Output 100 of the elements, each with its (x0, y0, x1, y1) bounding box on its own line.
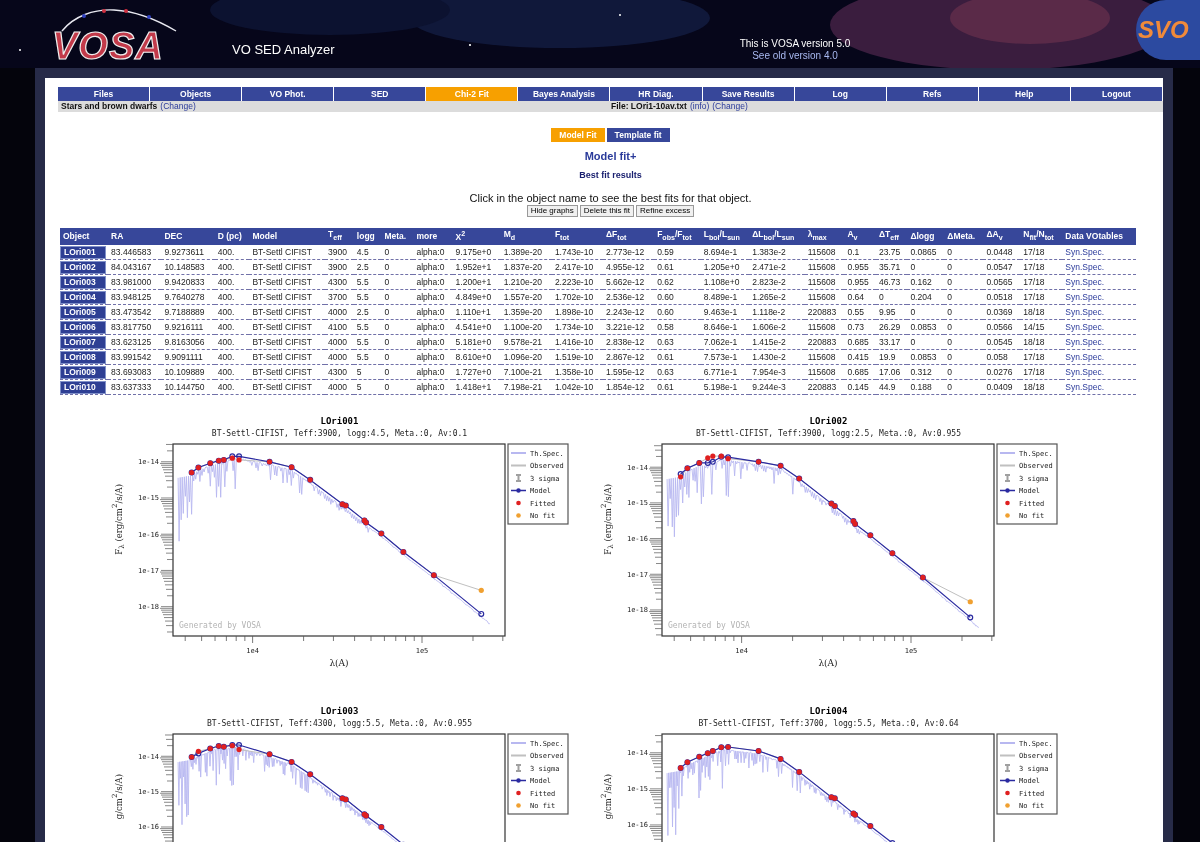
table-cell: 2.823e-2 (749, 274, 805, 290)
nav-tab[interactable]: Logout (1070, 87, 1163, 101)
column-header: ΔA$_{v}$ (983, 228, 1021, 245)
change-link[interactable]: (Change) (160, 101, 196, 112)
plot-title: LOri003 (319, 704, 360, 718)
table-cell: BT-Settl CIFIST (249, 304, 326, 320)
table-cell: 0.685 (844, 364, 876, 380)
column-header: M$_{d}$ (500, 228, 552, 245)
table-cell: 0.0853 (907, 349, 945, 365)
column-header: DEC (161, 228, 215, 245)
nav-tab[interactable]: Help (978, 87, 1071, 101)
data-point (684, 465, 690, 471)
table-cell: 1.519e-10 (551, 349, 603, 365)
table-cell: 1.415e-2 (749, 334, 805, 350)
table-cell: 1.837e-20 (500, 259, 552, 275)
column-header: A$_{v}$ (844, 228, 876, 245)
votable-link[interactable]: Syn.Spec. (1065, 366, 1105, 377)
table-cell: 0.188 (907, 379, 945, 395)
fit-tab[interactable]: Template fit (606, 128, 670, 142)
table-cell: 4300 (325, 364, 354, 380)
nav-tab[interactable]: Objects (150, 87, 243, 101)
table-cell: 0.60 (654, 304, 701, 320)
object-link[interactable]: LOri005 (60, 305, 107, 319)
object-link[interactable]: LOri004 (60, 290, 107, 304)
votable-link[interactable]: Syn.Spec. (1065, 261, 1105, 272)
table-cell: 8.646e-1 (700, 319, 750, 335)
object-link[interactable]: LOri001 (60, 245, 107, 259)
table-cell: 0.0518 (983, 289, 1021, 305)
table-cell: 0 (944, 334, 984, 350)
nav-tab[interactable]: Files (58, 87, 151, 101)
votable-link[interactable]: Syn.Spec. (1065, 246, 1105, 257)
old-version-link[interactable]: See old version 4.0 (752, 50, 838, 62)
object-link[interactable]: LOri002 (60, 260, 107, 274)
votable-link[interactable]: Syn.Spec. (1065, 276, 1105, 287)
votable-link[interactable]: Syn.Spec. (1065, 291, 1105, 302)
object-link[interactable]: LOri003 (60, 275, 107, 289)
object-link[interactable]: LOri006 (60, 320, 107, 334)
info-link[interactable]: (info) (689, 101, 710, 112)
table-cell: 0 (944, 289, 984, 305)
object-link[interactable]: LOri010 (60, 380, 107, 394)
table-cell: 5.5 (353, 289, 382, 305)
table-cell: 1.595e-12 (603, 364, 655, 380)
table-cell: 83.693083 (108, 364, 162, 380)
table-cell: 0.0545 (983, 334, 1021, 350)
data-point (378, 824, 384, 830)
change-link[interactable]: (Change) (712, 101, 748, 112)
table-cell: 18/18 (1020, 379, 1063, 395)
table-cell: 84.043167 (108, 259, 162, 275)
action-button[interactable]: Hide graphs (526, 205, 578, 217)
table-cell: alpha:0 (413, 244, 453, 260)
table-cell: 5.5 (353, 334, 382, 350)
table-cell: 0.61 (654, 349, 701, 365)
nav-tab[interactable]: VO Phot. (242, 87, 335, 101)
table-cell: 0 (907, 259, 945, 275)
column-header: L$_{bol}$/L$_{sun}$ (700, 228, 750, 245)
data-point (207, 745, 213, 751)
table-cell: 83.446583 (108, 244, 162, 260)
column-header: ΔMeta. (944, 228, 984, 245)
table-cell: 0.0448 (983, 244, 1021, 260)
table-cell: 0.204 (907, 289, 945, 305)
table-cell: 400. (214, 334, 250, 350)
nav-tab[interactable]: Refs (886, 87, 979, 101)
nav-tab[interactable]: HR Diag. (610, 87, 703, 101)
table-cell: 400. (214, 289, 250, 305)
votable-link[interactable]: Syn.Spec. (1065, 351, 1105, 362)
votable-link[interactable]: Syn.Spec. (1065, 381, 1105, 392)
table-cell: 19.9 (875, 349, 908, 365)
table-cell: 0.60 (654, 289, 701, 305)
data-point (431, 572, 437, 578)
action-button[interactable]: Delete this fit (579, 205, 635, 217)
column-header: Δlogg (907, 228, 945, 245)
table-cell: 220883 (804, 379, 845, 395)
table-cell: 9.9420833 (161, 274, 215, 290)
nav-tab[interactable]: Save Results (702, 87, 795, 101)
votable-link[interactable]: Syn.Spec. (1065, 306, 1105, 317)
table-cell: 0 (381, 334, 414, 350)
nav-tab[interactable]: Log (794, 87, 887, 101)
category-label: Stars and brown dwarfs (61, 101, 158, 112)
table-cell: 17/18 (1020, 274, 1063, 290)
action-button[interactable]: Refine excess (636, 205, 695, 217)
data-point (207, 460, 213, 466)
table-cell: 220883 (804, 334, 845, 350)
object-link[interactable]: LOri008 (60, 350, 107, 364)
table-cell: 0.0369 (983, 304, 1021, 320)
votable-link[interactable]: Syn.Spec. (1065, 336, 1105, 347)
table-cell: BT-Settl CIFIST (249, 379, 326, 395)
object-link[interactable]: LOri009 (60, 365, 107, 379)
table-cell: 3900 (325, 259, 354, 275)
data-point (307, 476, 313, 483)
instruction-text: Click in the object name to see the best fits for that object. (468, 192, 753, 204)
nav-tab[interactable]: SED (334, 87, 427, 101)
table-cell: 17.06 (875, 364, 908, 380)
votable-link[interactable]: Syn.Spec. (1065, 321, 1105, 332)
object-link[interactable]: LOri007 (60, 335, 107, 349)
table-cell: 0 (381, 274, 414, 290)
data-point (777, 756, 784, 762)
table-cell: 1.210e-20 (500, 274, 552, 290)
section-heading: Model fit+ (583, 150, 638, 162)
table-cell: 0.61 (654, 259, 701, 275)
nav-tab[interactable]: Bayes Analysis (518, 87, 611, 101)
